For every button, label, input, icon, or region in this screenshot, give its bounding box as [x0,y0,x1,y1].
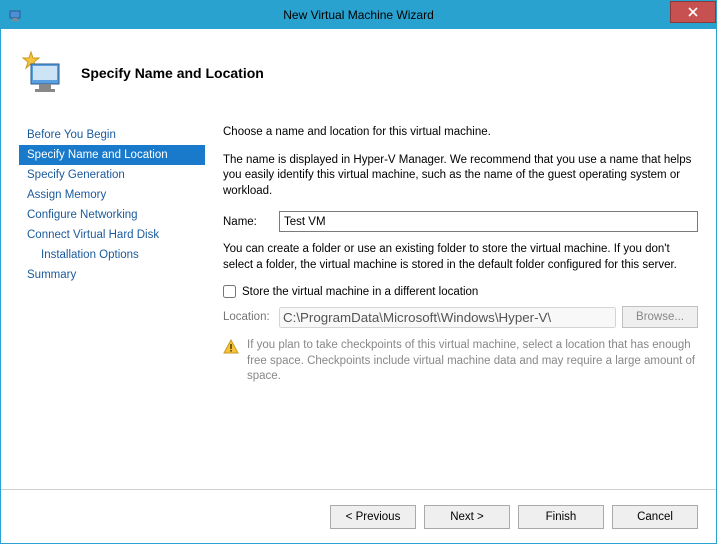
wizard-content: Choose a name and location for this virt… [205,117,698,489]
vm-name-input[interactable] [279,211,698,232]
wizard-header: Specify Name and Location [1,29,716,117]
wizard-window: New Virtual Machine Wizard Specify Name … [0,0,717,544]
location-input [279,307,616,328]
store-different-location-label: Store the virtual machine in a different… [242,286,478,298]
cancel-button[interactable]: Cancel [612,505,698,529]
wizard-steps-sidebar: Before You Begin Specify Name and Locati… [19,117,205,489]
info-row: If you plan to take checkpoints of this … [223,338,698,385]
location-row: Location: Browse... [223,306,698,328]
step-installation-options[interactable]: Installation Options [19,245,205,265]
finish-button[interactable]: Finish [518,505,604,529]
step-summary[interactable]: Summary [19,265,205,285]
next-button[interactable]: Next > [424,505,510,529]
step-connect-vhd[interactable]: Connect Virtual Hard Disk [19,225,205,245]
name-help-text: The name is displayed in Hyper-V Manager… [223,153,698,200]
intro-text: Choose a name and location for this virt… [223,125,698,141]
window-title: New Virtual Machine Wizard [1,8,716,22]
step-configure-networking[interactable]: Configure Networking [19,205,205,225]
step-assign-memory[interactable]: Assign Memory [19,185,205,205]
step-specify-generation[interactable]: Specify Generation [19,165,205,185]
info-text: If you plan to take checkpoints of this … [247,338,698,385]
wizard-body: Before You Begin Specify Name and Locati… [1,117,716,489]
store-location-row: Store the virtual machine in a different… [223,285,698,298]
previous-button[interactable]: < Previous [330,505,416,529]
wizard-footer: < Previous Next > Finish Cancel [1,489,716,543]
warning-icon [223,339,239,355]
folder-help-text: You can create a folder or use an existi… [223,242,698,273]
wizard-header-icon [17,48,67,98]
step-specify-name-location[interactable]: Specify Name and Location [19,145,205,165]
titlebar: New Virtual Machine Wizard [1,1,716,29]
name-label: Name: [223,216,279,228]
name-row: Name: [223,211,698,232]
store-different-location-checkbox[interactable] [223,285,236,298]
step-before-you-begin[interactable]: Before You Begin [19,125,205,145]
location-label: Location: [223,311,279,323]
browse-button: Browse... [622,306,698,328]
wizard-page-title: Specify Name and Location [81,65,264,81]
